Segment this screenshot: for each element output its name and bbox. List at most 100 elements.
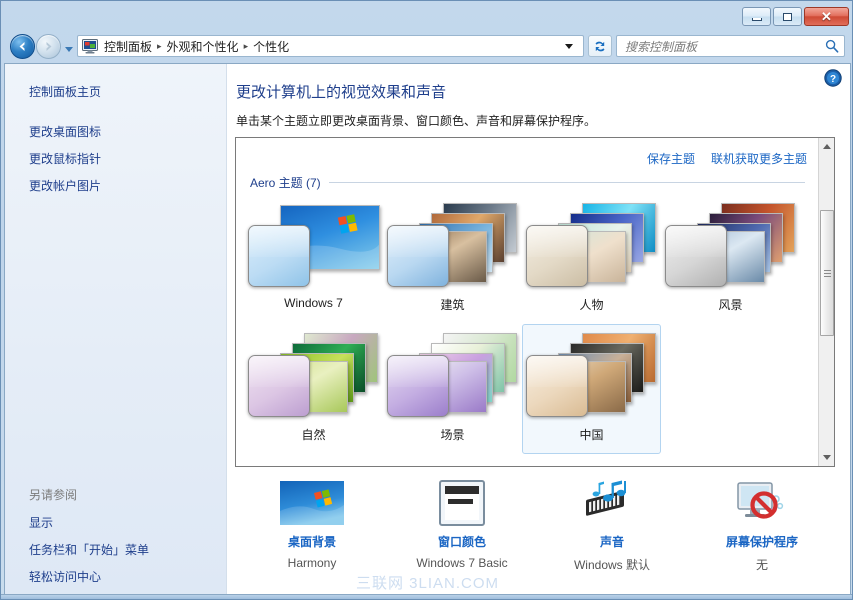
minimize-button[interactable] [742, 7, 771, 26]
sidebar-item-change-account-picture[interactable]: 更改帐户图片 [5, 172, 226, 199]
theme-grid: Windows 7 建筑 [244, 194, 814, 454]
theme-item-architecture[interactable]: 建筑 [383, 194, 522, 324]
theme-glass-preview [526, 225, 588, 287]
back-button[interactable] [10, 34, 35, 59]
setting-label[interactable]: 窗口颜色 [438, 533, 486, 550]
forward-arrow-icon [41, 39, 56, 54]
theme-glass-preview [387, 225, 449, 287]
sidebar: 控制面板主页 更改桌面图标 更改鼠标指针 更改帐户图片 另请参阅 显示 任务栏和… [5, 64, 227, 596]
theme-item-scenes[interactable]: 场景 [383, 324, 522, 454]
theme-list-scrollbar[interactable] [818, 138, 834, 466]
history-dropdown-button[interactable] [65, 47, 73, 52]
save-theme-link[interactable]: 保存主题 [647, 150, 695, 167]
forward-button[interactable] [36, 34, 61, 59]
window-color-icon [430, 479, 494, 527]
svg-text:?: ? [830, 74, 836, 85]
desktop-background-icon [280, 479, 344, 527]
setting-value: Windows 7 Basic [416, 556, 507, 570]
theme-group-header: Aero 主题 (7) [250, 174, 805, 191]
close-button[interactable]: ✕ [804, 7, 849, 26]
back-arrow-icon [15, 39, 30, 54]
scroll-down-button[interactable] [819, 449, 835, 466]
theme-thumbnail [387, 329, 519, 421]
theme-glass-preview [248, 225, 310, 287]
minimize-icon [752, 18, 762, 21]
setting-label[interactable]: 桌面背景 [288, 533, 336, 550]
theme-item-landscapes[interactable]: 风景 [661, 194, 800, 324]
client-area: 控制面板主页 更改桌面图标 更改鼠标指针 更改帐户图片 另请参阅 显示 任务栏和… [4, 63, 851, 596]
page-title: 更改计算机上的视觉效果和声音 [236, 81, 446, 102]
theme-item-windows-7[interactable]: Windows 7 [244, 194, 383, 324]
setting-label[interactable]: 声音 [600, 533, 624, 550]
sidebar-item-ease-of-access-center[interactable]: 轻松访问中心 [5, 563, 226, 590]
theme-list-inner: 保存主题 联机获取更多主题 Aero 主题 (7) [236, 138, 819, 467]
theme-item-nature[interactable]: 自然 [244, 324, 383, 454]
window-bottom-strip [1, 594, 853, 599]
close-icon: ✕ [821, 9, 832, 25]
theme-thumbnail [526, 329, 658, 421]
settings-shortcut-row: 桌面背景 Harmony 窗口颜色 Windows 7 Basic [237, 479, 837, 573]
setting-sound[interactable]: 声音 Windows 默认 [537, 479, 687, 573]
theme-glass-preview [248, 355, 310, 417]
sidebar-item-taskbar-and-start-menu[interactable]: 任务栏和「开始」菜单 [5, 536, 226, 563]
screensaver-icon [730, 479, 794, 527]
control-panel-window: ✕ 控制面板 ▸ 外观 [0, 0, 853, 600]
theme-name: 自然 [301, 426, 325, 443]
theme-group-label: Aero 主题 (7) [250, 174, 321, 191]
refresh-icon [592, 39, 608, 54]
scrollbar-thumb[interactable] [820, 210, 834, 336]
window-controls: ✕ [742, 7, 849, 26]
theme-item-characters[interactable]: 人物 [522, 194, 661, 324]
search-box[interactable]: 搜索控制面板 [616, 35, 845, 57]
breadcrumb-separator-icon: ▸ [242, 41, 251, 52]
help-icon[interactable]: ? [824, 69, 842, 87]
search-input[interactable]: 搜索控制面板 [625, 38, 825, 55]
setting-value: Windows 默认 [574, 556, 650, 573]
title-bar: ✕ [1, 1, 853, 29]
control-panel-icon [82, 39, 98, 54]
search-icon [825, 39, 839, 53]
theme-list-panel: 保存主题 联机获取更多主题 Aero 主题 (7) [235, 137, 835, 467]
scroll-down-icon [823, 455, 831, 460]
scroll-up-button[interactable] [819, 138, 835, 155]
scrollbar-grip-icon [824, 268, 831, 279]
theme-thumbnail [526, 199, 658, 291]
address-dropdown-icon[interactable] [565, 44, 573, 49]
setting-window-color[interactable]: 窗口颜色 Windows 7 Basic [387, 479, 537, 573]
navigation-bar: 控制面板 ▸ 外观和个性化 ▸ 个性化 搜索控制面板 [1, 29, 853, 63]
sidebar-item-display[interactable]: 显示 [5, 509, 226, 536]
breadcrumb-item-2[interactable]: 个性化 [250, 38, 292, 55]
theme-glass-preview [526, 355, 588, 417]
refresh-button[interactable] [588, 35, 612, 57]
theme-name: 中国 [579, 426, 603, 443]
get-more-themes-online-link[interactable]: 联机获取更多主题 [711, 150, 807, 167]
breadcrumb-item-0[interactable]: 控制面板 [101, 38, 155, 55]
theme-thumbnail [248, 329, 380, 421]
maximize-icon [783, 13, 792, 21]
address-bar[interactable]: 控制面板 ▸ 外观和个性化 ▸ 个性化 [77, 35, 584, 57]
theme-name: 人物 [579, 296, 603, 313]
theme-name: 建筑 [440, 296, 464, 313]
setting-value: 无 [756, 556, 768, 573]
breadcrumb-item-1[interactable]: 外观和个性化 [164, 38, 242, 55]
sound-icon [580, 479, 644, 527]
theme-thumbnail [387, 199, 519, 291]
sidebar-item-change-mouse-pointers[interactable]: 更改鼠标指针 [5, 145, 226, 172]
page-subtitle: 单击某个主题立即更改桌面背景、窗口颜色、声音和屏幕保护程序。 [236, 112, 596, 129]
theme-thumbnail [665, 199, 797, 291]
theme-panel-links: 保存主题 联机获取更多主题 [647, 150, 807, 167]
see-also-header: 另请参阅 [5, 482, 226, 509]
setting-screensaver[interactable]: 屏幕保护程序 无 [687, 479, 837, 573]
setting-label[interactable]: 屏幕保护程序 [726, 533, 798, 550]
maximize-button[interactable] [773, 7, 802, 26]
theme-group-divider [329, 182, 805, 183]
theme-thumbnail [248, 199, 380, 291]
sidebar-item-control-panel-home[interactable]: 控制面板主页 [5, 78, 226, 105]
see-also-section: 另请参阅 显示 任务栏和「开始」菜单 轻松访问中心 [5, 482, 226, 590]
sidebar-spacer [5, 105, 226, 118]
theme-item-china[interactable]: 中国 [522, 324, 661, 454]
setting-desktop-background[interactable]: 桌面背景 Harmony [237, 479, 387, 573]
theme-name: 风景 [718, 296, 742, 313]
setting-value: Harmony [288, 556, 337, 570]
sidebar-item-change-desktop-icons[interactable]: 更改桌面图标 [5, 118, 226, 145]
